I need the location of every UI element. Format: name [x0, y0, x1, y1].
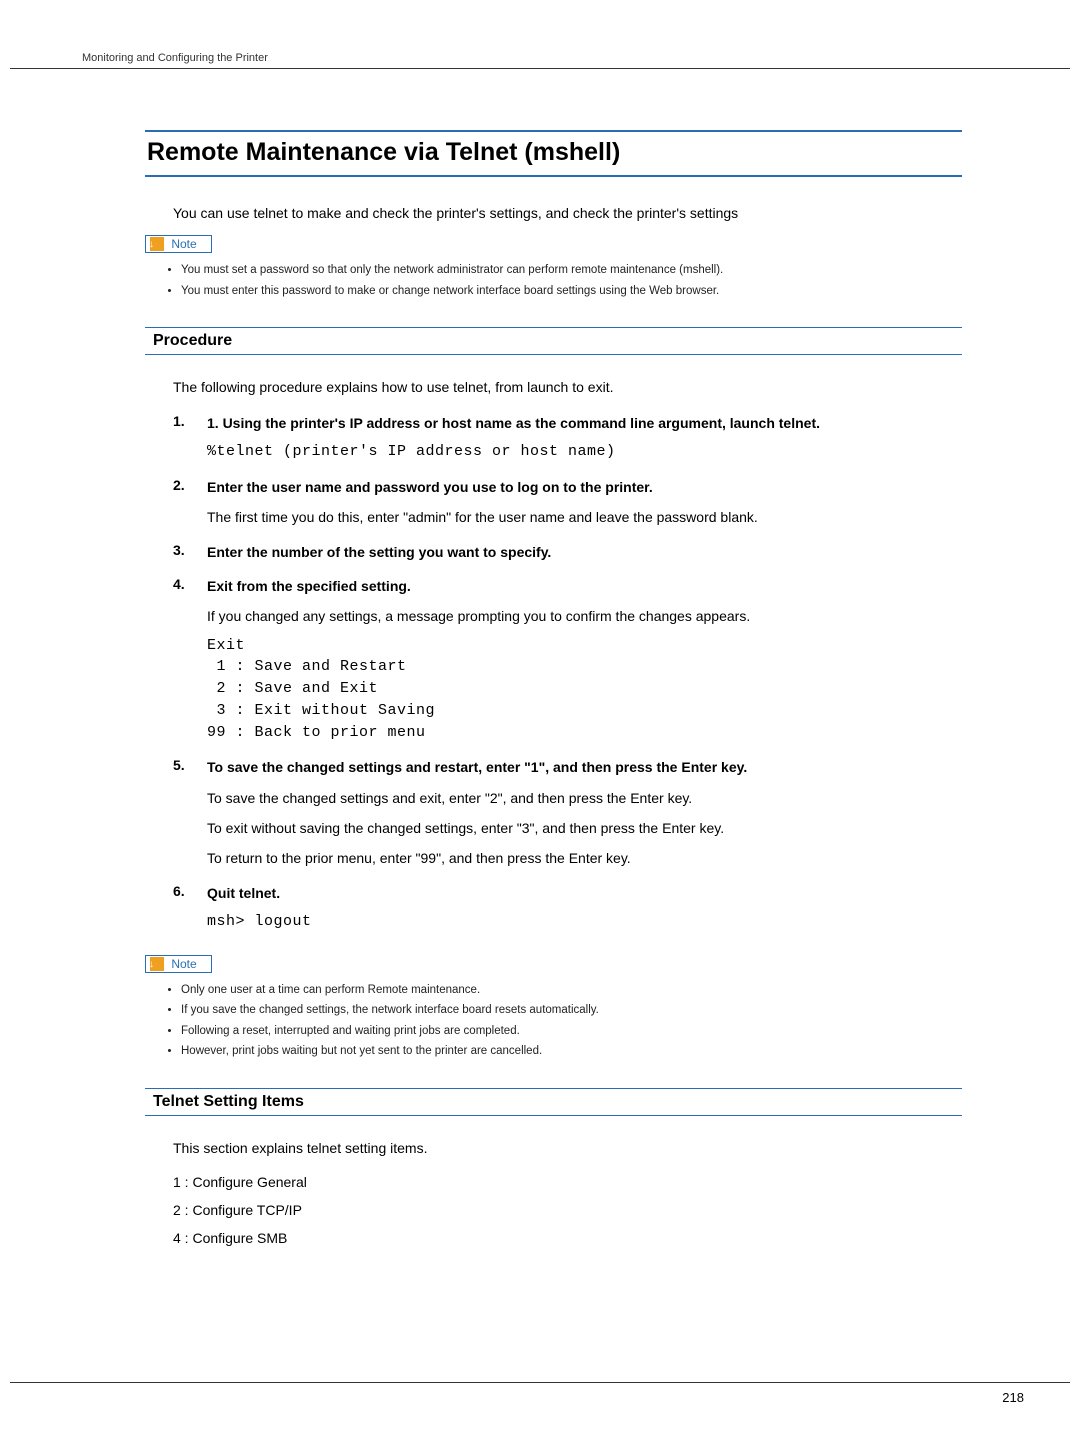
code-block: Exit 1 : Save and Restart 2 : Save and E… [207, 635, 962, 744]
code-block: %telnet (printer's IP address or host na… [207, 441, 962, 463]
step-number: 2. [173, 477, 185, 493]
procedure-steps: 1. 1. Using the printer's IP address or … [173, 413, 962, 933]
step-title: Quit telnet. [207, 883, 962, 903]
step-number: 3. [173, 542, 185, 558]
note-item: Only one user at a time can perform Remo… [181, 983, 962, 999]
procedure-heading: Procedure [145, 327, 962, 355]
step-2: 2. Enter the user name and password you … [173, 477, 962, 528]
note-list-1: You must set a password so that only the… [181, 263, 962, 299]
step-title: Exit from the specified setting. [207, 576, 962, 596]
page-title: Remote Maintenance via Telnet (mshell) [145, 130, 962, 177]
step-number: 1. [173, 413, 185, 429]
step-body: To return to the prior menu, enter "99",… [207, 848, 962, 868]
down-arrow-icon: ↓ [149, 959, 154, 971]
setting-item: 4 : Configure SMB [173, 1230, 962, 1246]
step-4: 4. Exit from the specified setting. If y… [173, 576, 962, 743]
page-content: Remote Maintenance via Telnet (mshell) Y… [145, 130, 962, 1258]
running-header: Monitoring and Configuring the Printer [82, 52, 268, 64]
note-item: However, print jobs waiting but not yet … [181, 1044, 962, 1060]
step-title: Enter the number of the setting you want… [207, 542, 962, 562]
note-item: You must enter this password to make or … [181, 284, 962, 300]
step-title: Enter the user name and password you use… [207, 477, 962, 497]
telnet-settings-intro: This section explains telnet setting ite… [173, 1140, 962, 1156]
setting-item: 2 : Configure TCP/IP [173, 1202, 962, 1218]
note-label-text: Note [171, 957, 196, 971]
step-title: To save the changed settings and restart… [207, 757, 962, 777]
telnet-settings-list: 1 : Configure General 2 : Configure TCP/… [173, 1174, 962, 1246]
step-body: If you changed any settings, a message p… [207, 606, 962, 626]
step-number: 4. [173, 576, 185, 592]
note-item: If you save the changed settings, the ne… [181, 1003, 962, 1019]
step-title: 1. Using the printer's IP address or hos… [207, 413, 962, 433]
step-number: 6. [173, 883, 185, 899]
note-item: You must set a password so that only the… [181, 263, 962, 279]
note-label-text: Note [171, 237, 196, 251]
note-label: ↓ Note [145, 235, 212, 253]
step-number: 5. [173, 757, 185, 773]
step-6: 6. Quit telnet. msh> logout [173, 883, 962, 933]
step-body: The first time you do this, enter "admin… [207, 507, 962, 527]
note-list-2: Only one user at a time can perform Remo… [181, 983, 962, 1060]
step-body: To exit without saving the changed setti… [207, 818, 962, 838]
code-block: msh> logout [207, 911, 962, 933]
page-number: 218 [1002, 1390, 1024, 1405]
note-label: ↓ Note [145, 955, 212, 973]
down-arrow-icon: ↓ [149, 239, 154, 251]
header-rule [10, 68, 1070, 69]
note-item: Following a reset, interrupted and waiti… [181, 1024, 962, 1040]
telnet-settings-heading: Telnet Setting Items [145, 1088, 962, 1116]
footer-rule [10, 1382, 1070, 1383]
step-1: 1. 1. Using the printer's IP address or … [173, 413, 962, 463]
intro-text: You can use telnet to make and check the… [173, 205, 962, 221]
step-body: To save the changed settings and exit, e… [207, 788, 962, 808]
setting-item: 1 : Configure General [173, 1174, 962, 1190]
procedure-intro: The following procedure explains how to … [173, 379, 962, 395]
step-3: 3. Enter the number of the setting you w… [173, 542, 962, 562]
step-5: 5. To save the changed settings and rest… [173, 757, 962, 868]
